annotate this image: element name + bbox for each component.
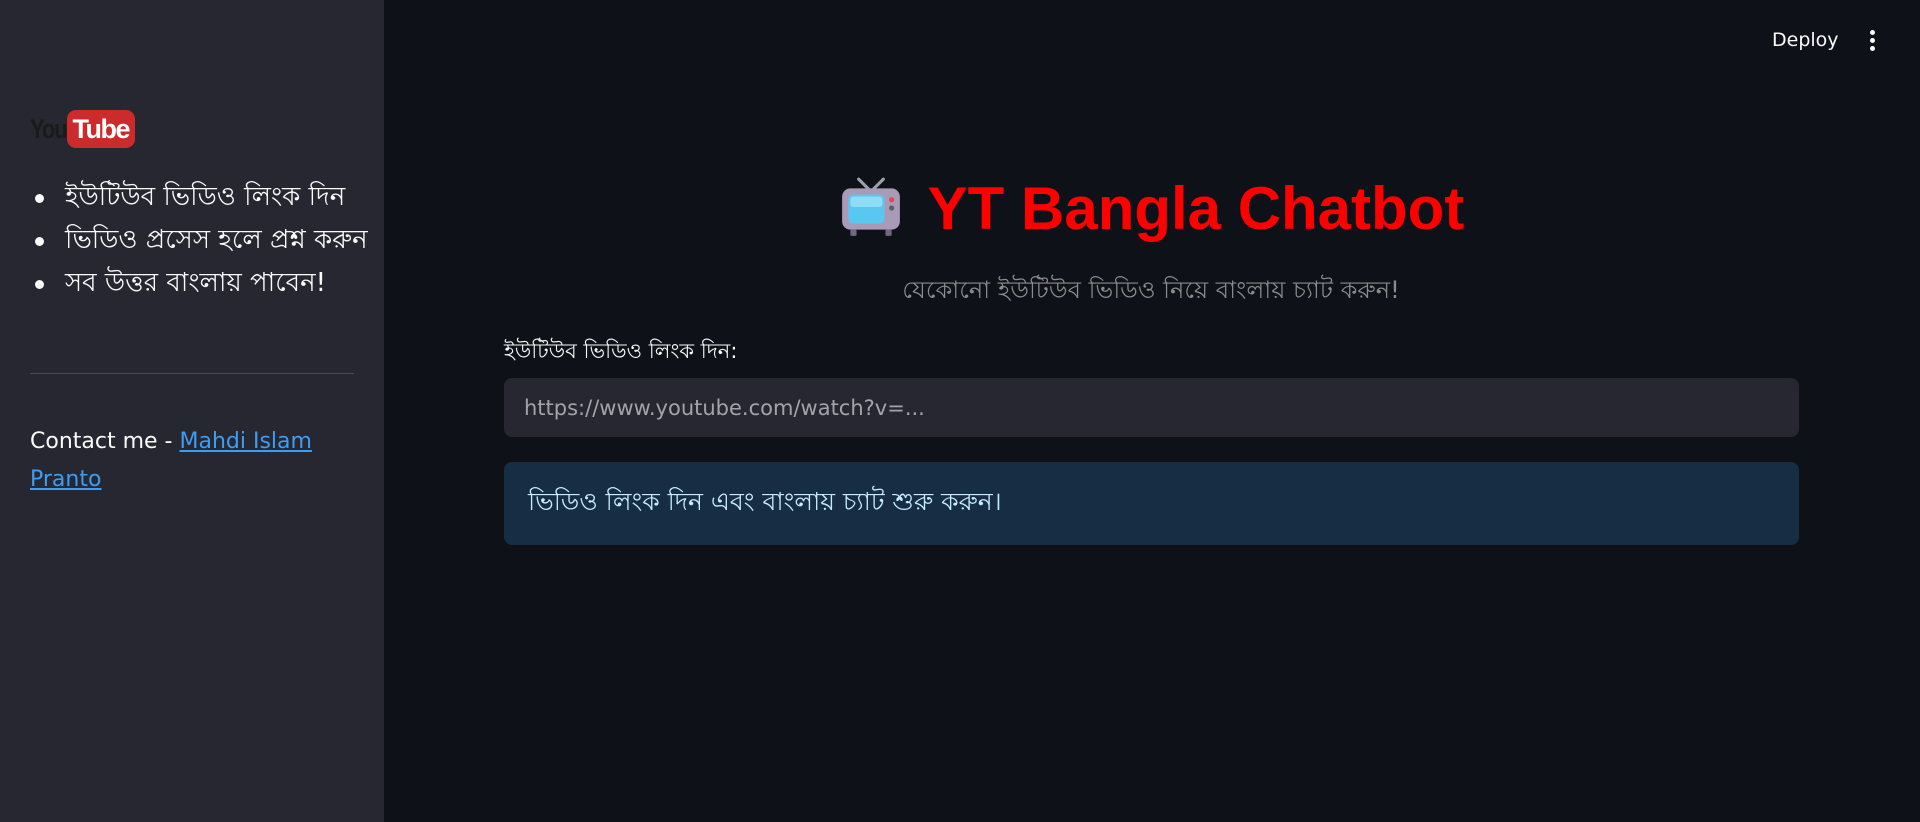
vertical-ellipsis-icon <box>1869 29 1875 35</box>
video-link-label: ইউটিউব ভিডিও লিংক দিন: <box>504 339 738 363</box>
sidebar-divider <box>30 373 354 374</box>
youtube-logo: You Tube <box>30 110 135 148</box>
vertical-ellipsis-icon <box>1869 37 1875 43</box>
instruction-item: সব উত্তর বাংলায় পাবেন! <box>30 262 370 305</box>
video-link-input[interactable] <box>504 378 1799 437</box>
instruction-item: ইউটিউব ভিডিও লিংক দিন <box>30 176 370 219</box>
info-alert: ভিডিও লিংক দিন এবং বাংলায় চ্যাট শুরু কর… <box>504 462 1799 545</box>
contact-prefix: Contact me - <box>30 429 180 454</box>
sidebar: You Tube ইউটিউব ভিডিও লিংক দিন ভিডিও প্র… <box>0 0 384 822</box>
youtube-logo-tube: Tube <box>66 110 135 148</box>
app-root: You Tube ইউটিউব ভিডিও লিংক দিন ভিডিও প্র… <box>0 0 1920 822</box>
youtube-logo-you: You <box>30 113 68 144</box>
contact-text: Contact me - Mahdi Islam Pranto <box>30 423 330 499</box>
instruction-list: ইউটিউব ভিডিও লিংক দিন ভিডিও প্রসেস হলে প… <box>30 176 370 305</box>
page-title-row: YT Bangla Chatbot <box>503 168 1799 248</box>
main-menu-button[interactable] <box>1856 22 1888 58</box>
television-icon <box>841 177 900 236</box>
page-subtitle: যেকোনো ইউটিউব ভিডিও নিয়ে বাংলায় চ্যাট … <box>902 276 1400 304</box>
info-alert-text: ভিডিও লিংক দিন এবং বাংলায় চ্যাট শুরু কর… <box>528 487 1002 516</box>
vertical-ellipsis-icon <box>1869 45 1875 51</box>
page-title: YT Bangla Chatbot <box>927 174 1465 242</box>
instruction-item: ভিডিও প্রসেস হলে প্রশ্ন করুন <box>30 219 370 262</box>
deploy-button[interactable]: Deploy <box>1760 22 1851 58</box>
